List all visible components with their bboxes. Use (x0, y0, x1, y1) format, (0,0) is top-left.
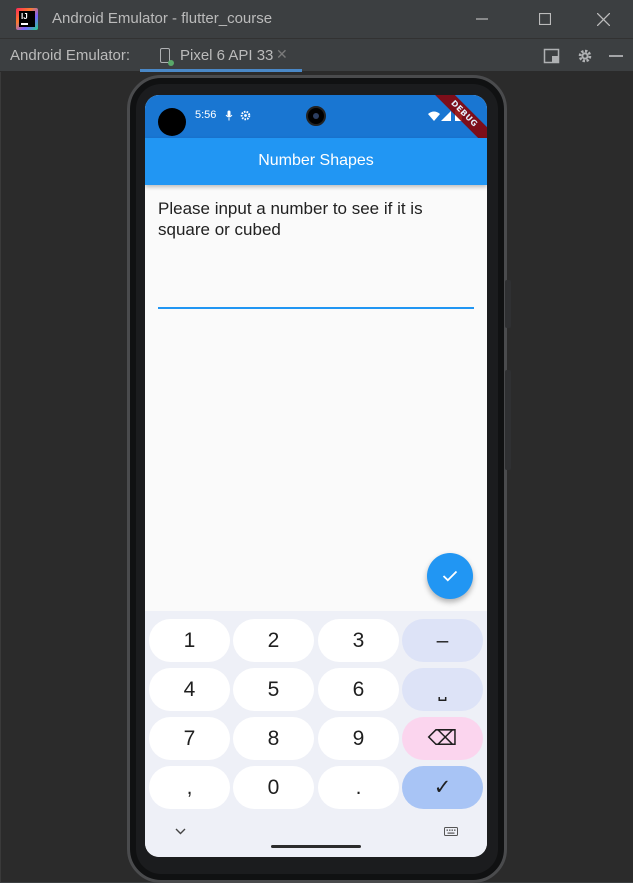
key-3[interactable]: 3 (318, 619, 399, 662)
maximize-icon (539, 13, 551, 25)
window-title: Android Emulator - flutter_course (52, 10, 273, 27)
layout-toggle-icon[interactable] (543, 47, 561, 65)
key-5[interactable]: 5 (233, 668, 314, 711)
status-time: 5:56 (195, 109, 217, 121)
mic-icon (225, 110, 233, 121)
key-4[interactable]: 4 (149, 668, 230, 711)
key-1[interactable]: 1 (149, 619, 230, 662)
key-7[interactable]: 7 (149, 717, 230, 760)
settings-gear-icon (240, 110, 251, 121)
phone-power-button[interactable] (505, 280, 511, 328)
page-title: Number Shapes (258, 152, 374, 169)
maximize-window-button[interactable] (525, 4, 565, 34)
close-window-button[interactable] (583, 4, 623, 34)
chevron-down-icon[interactable] (175, 828, 186, 835)
device-tab-label: Pixel 6 API 33 (180, 47, 274, 64)
number-input[interactable] (158, 275, 474, 309)
phone-screen: 5:56 DEBUG Number Shapes Please input a … (145, 95, 487, 857)
minimize-window-button[interactable] (462, 4, 502, 34)
key-6[interactable]: 6 (318, 668, 399, 711)
device-phone-icon (160, 48, 174, 66)
settings-gear-icon[interactable] (576, 47, 594, 65)
key-0[interactable]: 0 (233, 766, 314, 809)
app-bar: Number Shapes (145, 138, 487, 185)
emulator-tool-header: Android Emulator: Pixel 6 API 33 ✕ (0, 38, 633, 72)
key-backspace[interactable]: ⌫ (402, 717, 483, 760)
viewport-border (0, 72, 1, 882)
key-2[interactable]: 2 (233, 619, 314, 662)
avatar (158, 108, 186, 136)
phone-volume-button[interactable] (505, 370, 511, 470)
key-9[interactable]: 9 (318, 717, 399, 760)
minimize-icon (476, 18, 488, 20)
intellij-logo-icon: IJ (16, 8, 38, 30)
hide-tool-window-icon[interactable] (607, 47, 625, 65)
check-icon (442, 570, 458, 582)
key-space[interactable]: ⎵ (402, 668, 483, 711)
key-enter[interactable]: ✓ (402, 766, 483, 809)
status-bar: 5:56 DEBUG (145, 95, 487, 151)
check-fab-button[interactable] (427, 553, 473, 599)
key-period[interactable]: . (318, 766, 399, 809)
instruction-text: Please input a number to see if it is sq… (158, 199, 423, 239)
keyboard-icon[interactable] (444, 827, 458, 836)
gesture-nav-handle[interactable] (271, 845, 361, 848)
tab-pixel-6-api-33[interactable]: Pixel 6 API 33 ✕ (140, 39, 302, 72)
wifi-icon (428, 111, 440, 121)
window-title-bar: IJ Android Emulator - flutter_course (0, 0, 633, 38)
numeric-keyboard: 1 2 3 – 4 5 6 ⎵ 7 8 9 ⌫ , 0 . ✓ (145, 611, 487, 857)
key-8[interactable]: 8 (233, 717, 314, 760)
close-icon (596, 12, 610, 26)
key-minus[interactable]: – (402, 619, 483, 662)
front-camera (306, 106, 326, 126)
key-comma[interactable]: , (149, 766, 230, 809)
tool-window-label: Android Emulator: (10, 47, 131, 64)
signal-icon (441, 111, 451, 121)
tab-close-icon[interactable]: ✕ (276, 47, 288, 63)
